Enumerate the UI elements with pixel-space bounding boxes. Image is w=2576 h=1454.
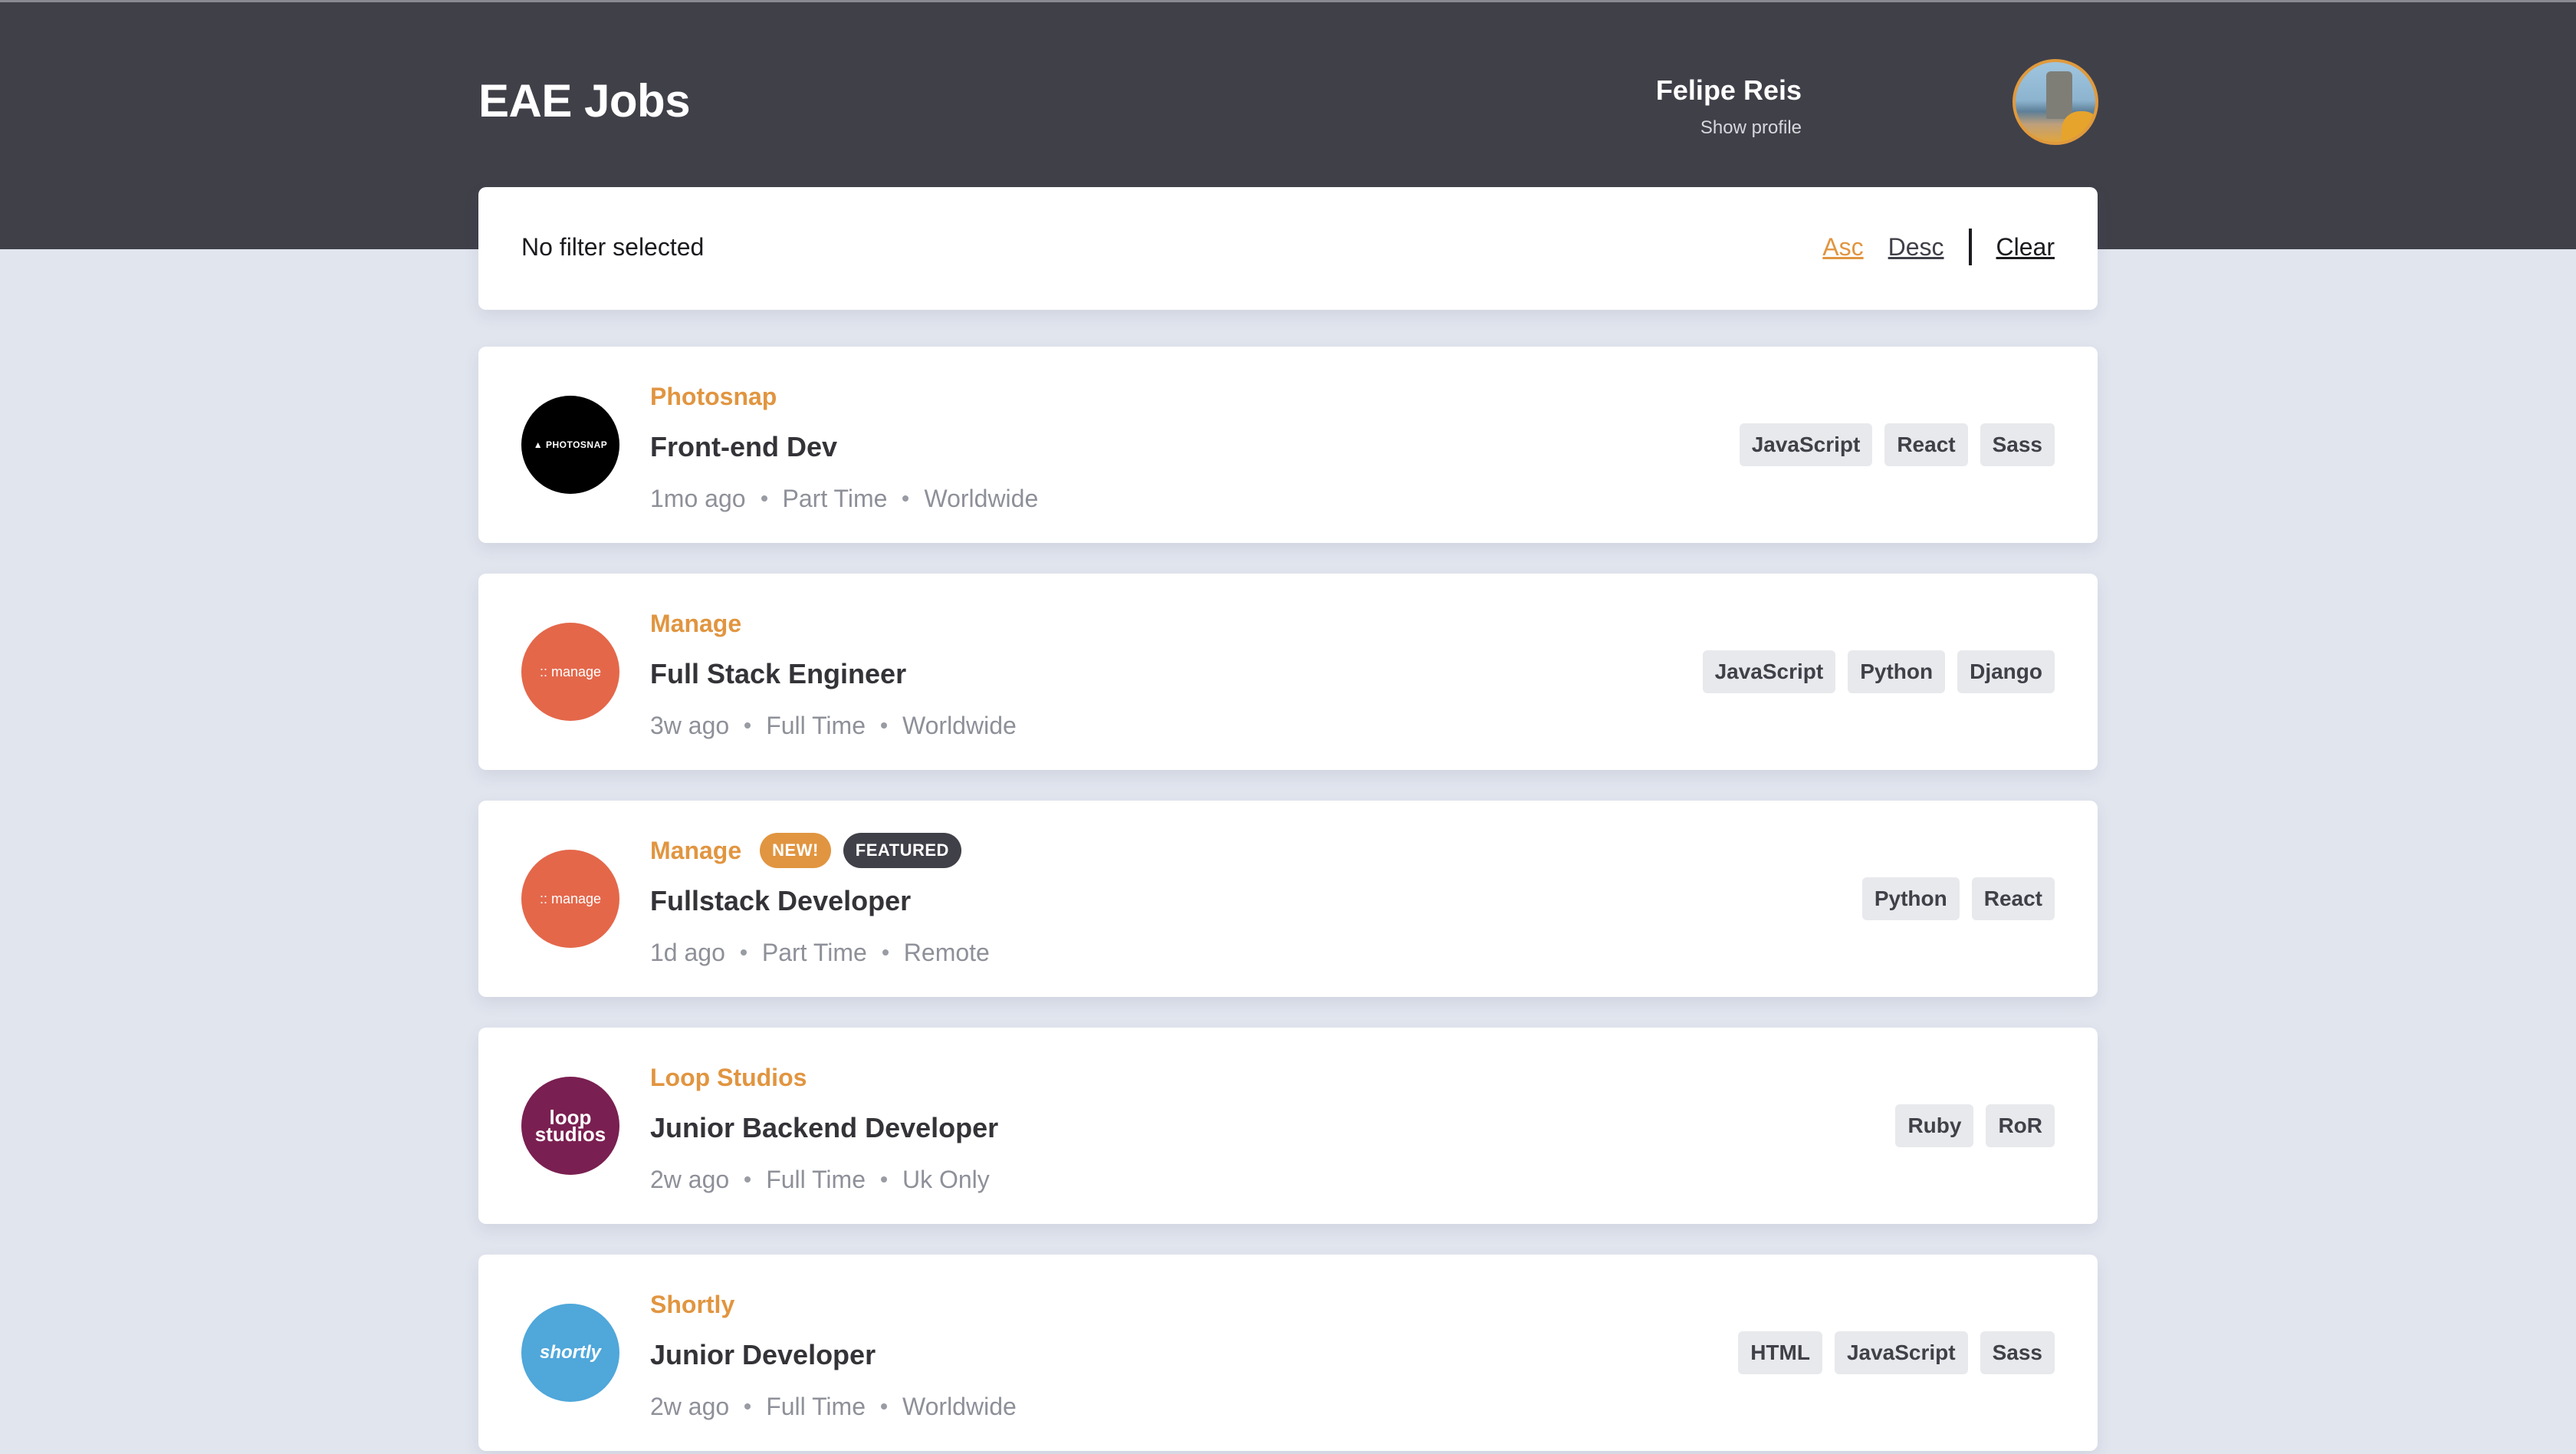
user-name: Felipe Reis	[1655, 74, 1802, 106]
logo-text: :: manage	[539, 663, 602, 679]
tag-button[interactable]: RoR	[1986, 1104, 2055, 1147]
dot-separator	[744, 1176, 751, 1183]
job-meta: 2w ago Full Time Worldwide	[650, 1390, 1017, 1423]
dot-separator	[880, 722, 887, 729]
avatar-tower-shape	[2046, 71, 2072, 119]
job-posted: 1mo ago	[650, 484, 746, 512]
company-name: Photosnap	[650, 382, 777, 410]
clear-filter-link[interactable]: Clear	[1996, 233, 2055, 262]
tag-button[interactable]: Python	[1861, 877, 1960, 920]
tag-button[interactable]: React	[1971, 877, 2055, 920]
job-location: Worldwide	[902, 711, 1017, 739]
tag-button[interactable]: Django	[1957, 650, 2055, 693]
job-meta: 1mo ago Part Time Worldwide	[650, 482, 1038, 515]
company-logo-manage: :: manage	[521, 850, 619, 948]
job-card-shortly[interactable]: shortly Shortly Junior Developer 2w ago …	[478, 1255, 2098, 1451]
job-tags: Python React	[1850, 877, 2055, 920]
company-logo-loop-studios: loop studios	[521, 1077, 619, 1175]
sort-divider	[1968, 229, 1972, 265]
avatar[interactable]	[2013, 59, 2098, 145]
filter-status: No filter selected	[521, 233, 705, 261]
avatar-person-shape	[2062, 111, 2095, 142]
job-location: Worldwide	[902, 1392, 1017, 1420]
tag-button[interactable]: JavaScript	[1739, 423, 1873, 466]
job-position[interactable]: Junior Backend Developer	[650, 1112, 998, 1144]
job-contract: Part Time	[761, 938, 867, 966]
company-name: Loop Studios	[650, 1063, 807, 1091]
user-profile[interactable]: Felipe Reis Show profile	[1656, 74, 1802, 139]
tag-button[interactable]: Sass	[1980, 423, 2055, 466]
company-row: Loop Studios	[650, 1058, 807, 1097]
company-name: Manage	[650, 836, 742, 864]
job-tags: Ruby RoR	[1883, 1104, 2055, 1147]
filter-bar: No filter selected Asc Desc Clear	[478, 187, 2098, 310]
tag-button[interactable]: HTML	[1738, 1331, 1822, 1374]
job-card-manage[interactable]: :: manage Manage Full Stack Engineer 3w …	[478, 574, 2098, 770]
company-row: Manage NEW! FEATURED	[650, 831, 961, 870]
app-title: EAE Jobs	[478, 75, 691, 127]
tag-button[interactable]: Ruby	[1895, 1104, 1974, 1147]
job-tags: HTML JavaScript Sass	[1726, 1331, 2055, 1374]
job-contract: Full Time	[766, 1165, 866, 1193]
featured-badge: FEATURED	[843, 833, 961, 868]
job-posted: 3w ago	[650, 711, 730, 739]
job-location: Remote	[903, 938, 990, 966]
job-contract: Full Time	[766, 1392, 866, 1420]
dot-separator	[744, 1403, 751, 1410]
job-card-loop-studios[interactable]: loop studios Loop Studios Junior Backend…	[478, 1028, 2098, 1224]
job-location: Worldwide	[924, 484, 1039, 512]
job-meta: 1d ago Part Time Remote	[650, 936, 990, 969]
dot-separator	[880, 1176, 887, 1183]
company-logo-manage: :: manage	[521, 623, 619, 721]
tag-button[interactable]: Python	[1848, 650, 1946, 693]
tag-button[interactable]: JavaScript	[1834, 1331, 1968, 1374]
company-row: Photosnap	[650, 377, 777, 416]
job-position[interactable]: Full Stack Engineer	[650, 658, 906, 690]
job-posted: 2w ago	[650, 1165, 730, 1193]
job-tags: JavaScript React Sass	[1727, 423, 2055, 466]
sort-desc-link[interactable]: Desc	[1888, 233, 1944, 262]
sort-asc-link[interactable]: Asc	[1822, 233, 1863, 262]
show-profile-link[interactable]: Show profile	[1656, 117, 1802, 139]
dot-separator	[902, 495, 909, 502]
job-meta: 3w ago Full Time Worldwide	[650, 709, 1017, 742]
logo-text: shortly	[539, 1342, 601, 1363]
dot-separator	[761, 495, 767, 502]
job-meta: 2w ago Full Time Uk Only	[650, 1163, 990, 1196]
dot-separator	[880, 1403, 887, 1410]
job-card-manage-featured[interactable]: :: manage Manage NEW! FEATURED Fullstack…	[478, 801, 2098, 997]
job-tags: JavaScript Python Django	[1691, 650, 2055, 693]
company-row: Shortly	[650, 1285, 734, 1324]
job-contract: Part Time	[782, 484, 888, 512]
logo-text: studios	[534, 1123, 606, 1146]
job-position[interactable]: Front-end Dev	[650, 431, 837, 463]
tag-button[interactable]: React	[1884, 423, 1968, 466]
tag-button[interactable]: JavaScript	[1702, 650, 1836, 693]
dot-separator	[882, 949, 889, 956]
company-row: Manage	[650, 604, 741, 643]
company-logo-photosnap: ▲ PHOTOSNAP	[521, 396, 619, 494]
job-card-photosnap[interactable]: ▲ PHOTOSNAP Photosnap Front-end Dev 1mo …	[478, 347, 2098, 543]
company-name: Shortly	[650, 1290, 735, 1318]
company-logo-shortly: shortly	[521, 1304, 619, 1402]
job-posted: 1d ago	[650, 938, 725, 966]
company-name: Manage	[650, 609, 742, 637]
sort-controls: Asc Desc Clear	[1822, 229, 2055, 265]
job-posted: 2w ago	[650, 1392, 730, 1420]
logo-text: :: manage	[539, 890, 602, 906]
logo-text: ▲ PHOTOSNAP	[533, 439, 608, 450]
dot-separator	[744, 722, 751, 729]
job-position[interactable]: Junior Developer	[650, 1339, 876, 1371]
job-location: Uk Only	[902, 1165, 990, 1193]
dot-separator	[740, 949, 747, 956]
tag-button[interactable]: Sass	[1980, 1331, 2055, 1374]
new-badge: NEW!	[760, 833, 831, 868]
job-position[interactable]: Fullstack Developer	[650, 885, 911, 917]
job-contract: Full Time	[766, 711, 866, 739]
